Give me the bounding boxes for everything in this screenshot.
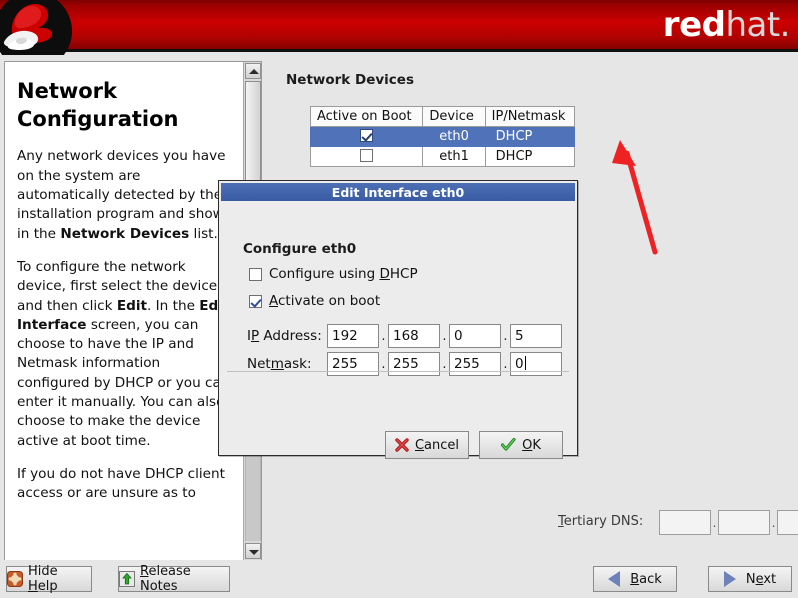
cancel-button[interactable]: Cancel bbox=[385, 431, 469, 459]
scroll-down-arrow-icon[interactable] bbox=[245, 543, 261, 559]
ip-octet-2[interactable]: 168 bbox=[388, 324, 440, 348]
ip-octet-1[interactable]: 192 bbox=[327, 324, 379, 348]
column-header-active-on-boot: Active on Boot bbox=[309, 106, 424, 127]
next-button[interactable]: Next bbox=[708, 566, 792, 592]
configure-using-dhcp-checkbox[interactable] bbox=[249, 267, 262, 281]
text-cursor bbox=[524, 356, 526, 370]
ip-octet-4[interactable]: 5 bbox=[510, 324, 562, 348]
next-button-label: Next bbox=[745, 571, 777, 587]
row-ipnetmask-cell: DHCP bbox=[484, 126, 576, 147]
brand-hat: hat. bbox=[725, 5, 790, 45]
dialog-separator bbox=[227, 371, 569, 372]
back-button-label: Back bbox=[630, 571, 662, 587]
configure-heading: Configure eth0 bbox=[243, 241, 357, 257]
hide-help-label: Hide Help bbox=[28, 564, 58, 594]
help-text-area: Network Configuration Any network device… bbox=[5, 62, 243, 560]
octet-separator: . bbox=[503, 356, 508, 372]
section-title-network-devices: Network Devices bbox=[286, 72, 414, 88]
netmask-label: Netmask: bbox=[247, 356, 312, 372]
netmask-octet-2[interactable]: 255 bbox=[388, 352, 440, 376]
dialog-title-text: Edit Interface eth0 bbox=[331, 184, 465, 200]
header-banner: redhat. bbox=[0, 0, 798, 55]
help-paragraph: Any network devices you have on the syst… bbox=[17, 148, 233, 242]
ip-address-label: IP Address: bbox=[247, 328, 322, 344]
table-row[interactable]: eth0 DHCP bbox=[309, 126, 576, 147]
tertiary-dns-row: Tertiary DNS: . . . bbox=[558, 510, 798, 536]
ok-button[interactable]: OK bbox=[479, 431, 563, 459]
tertiary-dns-octet-3[interactable] bbox=[777, 510, 798, 535]
ip-address-row: IP Address: 192 . 168 . 0 . 5 bbox=[247, 323, 562, 349]
left-triangle-icon bbox=[608, 571, 621, 587]
release-notes-button[interactable]: Release Notes bbox=[118, 564, 230, 594]
cancel-button-label: Cancel bbox=[414, 437, 460, 453]
octet-separator: . bbox=[712, 515, 717, 530]
red-x-icon bbox=[395, 438, 409, 452]
hide-help-button[interactable]: Hide Help bbox=[6, 564, 92, 594]
active-on-boot-checkbox[interactable] bbox=[360, 149, 374, 162]
redhat-wordmark: redhat. bbox=[662, 2, 791, 48]
table-header-row: Active on Boot Device IP/Netmask bbox=[309, 106, 576, 127]
active-on-boot-checkbox[interactable] bbox=[360, 129, 374, 142]
configure-using-dhcp-label: Configure using DHCP bbox=[269, 266, 418, 282]
row-device-cell: eth0 bbox=[422, 126, 486, 147]
page-title: Network Configuration bbox=[17, 79, 179, 131]
edit-interface-dialog: Edit Interface eth0 Configure eth0 Confi… bbox=[218, 180, 578, 459]
dialog-body: Configure eth0 Configure using DHCP Acti… bbox=[219, 203, 577, 459]
scroll-up-arrow-icon[interactable] bbox=[245, 63, 261, 79]
octet-separator: . bbox=[381, 328, 386, 344]
bottom-toolbar: Hide Help Release Notes Back Next bbox=[0, 560, 798, 598]
netmask-octet-1[interactable]: 255 bbox=[327, 352, 379, 376]
netmask-octet-4[interactable]: 0 bbox=[510, 352, 562, 376]
activate-on-boot-checkbox[interactable] bbox=[249, 294, 262, 308]
redhat-shadowman-logo-icon bbox=[0, 0, 72, 55]
octet-separator: . bbox=[771, 515, 776, 530]
help-ball-icon bbox=[7, 571, 23, 587]
dialog-titlebar: Edit Interface eth0 bbox=[221, 183, 575, 201]
configure-using-dhcp-row[interactable]: Configure using DHCP bbox=[249, 266, 418, 282]
octet-separator: . bbox=[503, 328, 508, 344]
help-paragraph: To configure the network device, first s… bbox=[17, 258, 230, 449]
dialog-button-row: Cancel OK bbox=[385, 431, 563, 459]
column-header-device: Device bbox=[422, 106, 486, 127]
tertiary-dns-label: Tertiary DNS: bbox=[558, 514, 644, 529]
octet-separator: . bbox=[442, 328, 447, 344]
octet-separator: . bbox=[381, 356, 386, 372]
row-device-cell: eth1 bbox=[422, 146, 486, 167]
tertiary-dns-fields[interactable]: . . . bbox=[659, 510, 798, 535]
row-ipnetmask-cell: DHCP bbox=[484, 146, 576, 167]
ip-octet-3[interactable]: 0 bbox=[449, 324, 501, 348]
help-paragraph: If you do not have DHCP client access or… bbox=[17, 465, 225, 502]
ok-button-label: OK bbox=[522, 437, 541, 453]
green-check-icon bbox=[501, 438, 516, 451]
netmask-row: Netmask: 255 . 255 . 255 . 0 bbox=[247, 351, 562, 377]
network-devices-table[interactable]: Active on Boot Device IP/Netmask eth0 DH… bbox=[309, 106, 576, 167]
table-row[interactable]: eth1 DHCP bbox=[309, 146, 576, 167]
tertiary-dns-octet-2[interactable] bbox=[718, 510, 770, 535]
release-notes-icon bbox=[119, 571, 135, 587]
back-button[interactable]: Back bbox=[593, 566, 677, 592]
netmask-octet-3[interactable]: 255 bbox=[449, 352, 501, 376]
brand-red: red bbox=[662, 5, 726, 45]
release-notes-label: Release Notes bbox=[140, 564, 191, 594]
column-header-ip-netmask: IP/Netmask bbox=[484, 106, 576, 127]
octet-separator: . bbox=[442, 356, 447, 372]
tertiary-dns-octet-1[interactable] bbox=[659, 510, 711, 535]
activate-on-boot-row[interactable]: Activate on boot bbox=[249, 293, 380, 309]
installer-window: redhat. Network Configuration Any networ… bbox=[0, 0, 798, 598]
right-triangle-icon bbox=[723, 571, 736, 587]
row-active-checkbox-cell[interactable] bbox=[309, 146, 424, 167]
activate-on-boot-label: Activate on boot bbox=[269, 293, 381, 309]
row-active-checkbox-cell[interactable] bbox=[309, 126, 424, 147]
